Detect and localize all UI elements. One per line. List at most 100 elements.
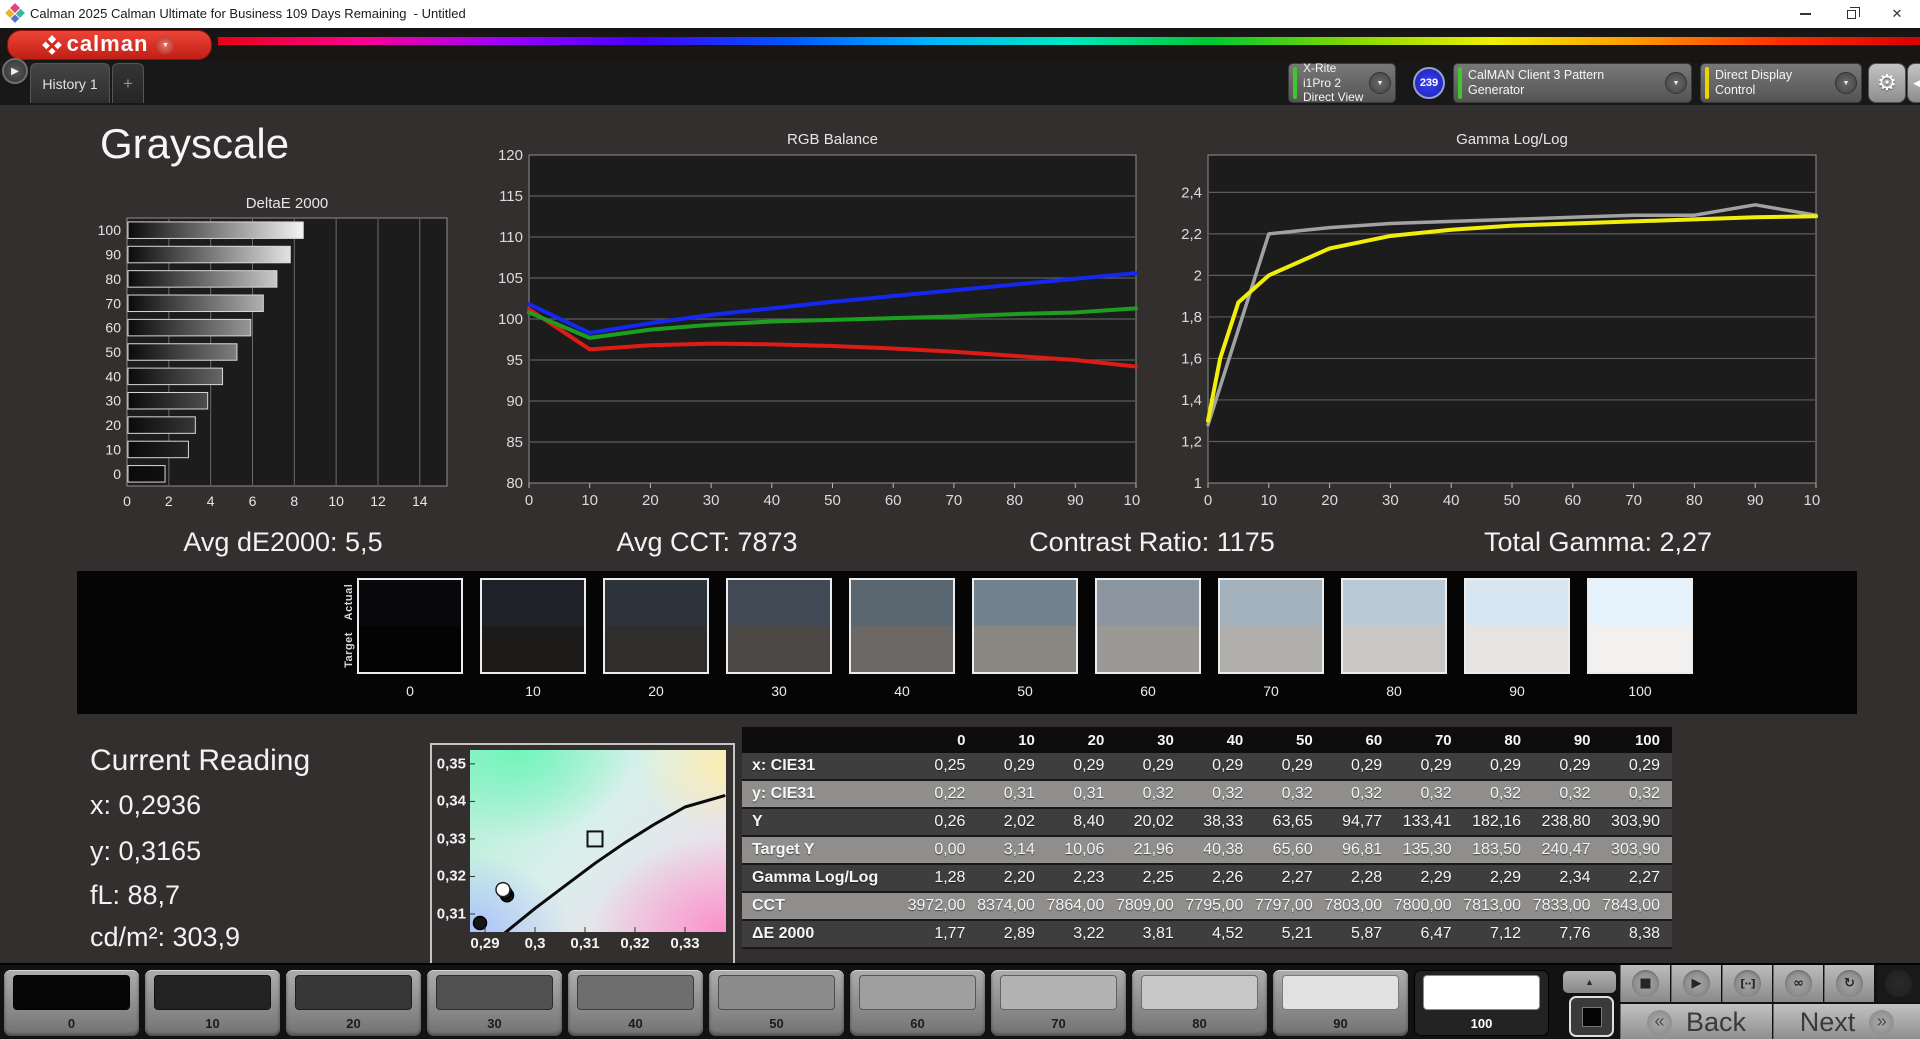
- play-button[interactable]: ▶: [1671, 965, 1721, 1002]
- swatch-level-label: 20: [648, 683, 664, 699]
- expand-patch-panel-button[interactable]: ▲: [1563, 971, 1616, 993]
- table-header-cell: 70: [1434, 731, 1452, 749]
- patch-level-button-30[interactable]: 30: [427, 970, 562, 1036]
- chevron-down-icon: ▼: [156, 36, 175, 54]
- patch-level-button-50[interactable]: 50: [709, 970, 844, 1036]
- patch-level-button-90[interactable]: 90: [1273, 970, 1408, 1036]
- axis-tick-label: 10: [1260, 492, 1277, 509]
- patch-level-button-10[interactable]: 10: [145, 970, 280, 1036]
- table-cell: 3,81: [1116, 921, 1186, 949]
- table-cell: 7795,00: [1185, 893, 1256, 921]
- swatch-80: [1341, 578, 1447, 674]
- next-button[interactable]: Next »: [1773, 1004, 1920, 1039]
- table-cell: 303,90: [1602, 837, 1672, 865]
- restore-button[interactable]: [1828, 0, 1874, 28]
- patch-level-button-20[interactable]: 20: [286, 970, 421, 1036]
- table-row: Gamma Log/Log 1,28 2,20 2,23 2,25 2,26 2,27 2,2…: [742, 865, 1672, 893]
- swatch-actual-color: [359, 580, 461, 626]
- chevron-double-left-icon: «: [1646, 1010, 1672, 1035]
- add-tab-button[interactable]: +: [112, 63, 144, 103]
- plus-icon: +: [123, 73, 133, 93]
- patch-level-label: 50: [769, 1016, 784, 1031]
- table-cell: 7803,00: [1324, 893, 1395, 921]
- swatch-100: [1587, 578, 1693, 674]
- stat-total-gamma: Total Gamma: 2,27: [1483, 527, 1713, 557]
- axis-tick-label: 100: [498, 311, 523, 328]
- table-cell: 7800,00: [1394, 893, 1464, 921]
- patch-level-button-70[interactable]: 70: [991, 970, 1126, 1036]
- refresh-button[interactable]: ↻: [1824, 965, 1874, 1002]
- table-cell: 0,32: [1394, 781, 1464, 809]
- axis-tick-label: 80: [1686, 492, 1703, 509]
- patch-color-swatch: [295, 975, 412, 1010]
- table-cell: 0,29: [1255, 753, 1325, 781]
- tab-history-1[interactable]: History 1: [30, 63, 110, 103]
- patch-level-button-80[interactable]: 80: [1132, 970, 1267, 1036]
- stop-button[interactable]: ■: [1620, 965, 1670, 1002]
- deltae-chart: DeltaE 2000 0 2 4 6 8 10 12 14 100 90 80 70 60 50 40 30 2…: [95, 196, 457, 518]
- axis-tick-label: 120: [498, 147, 523, 164]
- swatch-level-label: 30: [771, 683, 787, 699]
- swatch-level-label: 90: [1509, 683, 1525, 699]
- table-cell: 20,02: [1116, 809, 1186, 837]
- axis-tick-label: 8: [290, 493, 298, 509]
- gamma-chart: Gamma Log/Log 1 1,2 1,4 1,6 1,8 2 2,2 2,4 0 10 20 30…: [1172, 131, 1820, 517]
- swatch-target-color: [1589, 626, 1691, 672]
- patch-level-button-0[interactable]: 0: [4, 970, 139, 1036]
- table-cell: 7797,00: [1255, 893, 1325, 921]
- deltae-bar-50: [127, 343, 238, 361]
- pattern-generator-dropdown[interactable]: CalMAN Client 3 Pattern Generator ▼: [1453, 63, 1692, 103]
- patch-color-swatch: [1000, 975, 1117, 1010]
- rainbow-spectrum-bar: [218, 37, 1920, 45]
- back-button[interactable]: « Back: [1620, 1004, 1772, 1039]
- swatch-level-label: 50: [1017, 683, 1033, 699]
- table-cell: 40,38: [1185, 837, 1256, 865]
- meter-dropdown[interactable]: X-Rite i1Pro 2 Direct View ▼: [1288, 61, 1396, 104]
- bottom-bar: 0 10 20 30 40 50 60 70 80 90 100 ▲ ■ ▶ [··] ∞ ↻ « Back…: [0, 963, 1920, 1039]
- table-cell: 2,29: [1394, 865, 1464, 893]
- table-cell: 2,34: [1533, 865, 1603, 893]
- minimize-button[interactable]: [1782, 0, 1828, 28]
- calman-menu-button[interactable]: calman ▼: [7, 30, 212, 60]
- settings-button[interactable]: ⚙: [1868, 63, 1906, 103]
- close-icon: ✕: [1891, 6, 1903, 22]
- cie-y-tick-label: 0,31: [436, 905, 466, 923]
- display-control-dropdown[interactable]: Direct Display Control ▼: [1700, 63, 1862, 103]
- axis-tick-label: 115: [499, 188, 523, 205]
- measure-button[interactable]: [··]: [1722, 965, 1772, 1002]
- axis-tick-label: 40: [1443, 492, 1460, 509]
- tab-scroll-button[interactable]: ▶: [2, 58, 28, 84]
- patch-level-button-60[interactable]: 60: [850, 970, 985, 1036]
- swatch-actual-color: [1097, 580, 1199, 626]
- deltae-bar-60: [127, 318, 252, 337]
- swatch-actual-color: [1589, 580, 1691, 626]
- swatch-level-label: 100: [1628, 683, 1652, 699]
- meter-count-badge[interactable]: 239: [1413, 67, 1445, 99]
- table-row-label: y: CIE31: [742, 781, 908, 809]
- loop-button[interactable]: ∞: [1773, 965, 1823, 1002]
- measured-point-marker: [495, 881, 511, 898]
- grayscale-data-table: 0 10 20 30 40 50 60 70 80 90 100 x: CIE31 0,25 0,29 0,…: [742, 727, 1672, 949]
- axis-tick-label: 90: [506, 393, 523, 410]
- play-icon: ▶: [1683, 970, 1710, 997]
- swatch-20: [603, 578, 709, 674]
- table-row-label: Y: [742, 809, 908, 837]
- chevron-double-right-icon: »: [1869, 1010, 1895, 1035]
- collapse-panel-button[interactable]: ◀: [1907, 63, 1920, 103]
- patch-level-button-100[interactable]: 100: [1414, 970, 1549, 1036]
- daylight-locus-curve: [503, 794, 726, 932]
- table-row: y: CIE31 0,22 0,31 0,31 0,32 0,32 0,32 0,32 0,32…: [742, 781, 1672, 809]
- patch-color-swatch: [1423, 975, 1540, 1010]
- actual-row-label: Actual: [343, 583, 355, 621]
- target-whitepoint-marker: [586, 830, 604, 848]
- table-cell: 0,32: [1463, 781, 1534, 809]
- rgb-balance-chart: RGB Balance 80 85 90 95 100 105 110 115 120 0 10 20 3…: [495, 131, 1140, 517]
- pattern-window-button[interactable]: [1569, 996, 1614, 1037]
- close-button[interactable]: ✕: [1874, 0, 1920, 28]
- table-cell: 8374,00: [977, 893, 1047, 921]
- patch-level-button-40[interactable]: 40: [568, 970, 703, 1036]
- table-cell: 3,14: [977, 837, 1047, 865]
- reading-cdm2: cd/m²: 303,9: [90, 922, 241, 952]
- table-row-label: x: CIE31: [742, 753, 908, 781]
- table-cell: 4,52: [1185, 921, 1256, 949]
